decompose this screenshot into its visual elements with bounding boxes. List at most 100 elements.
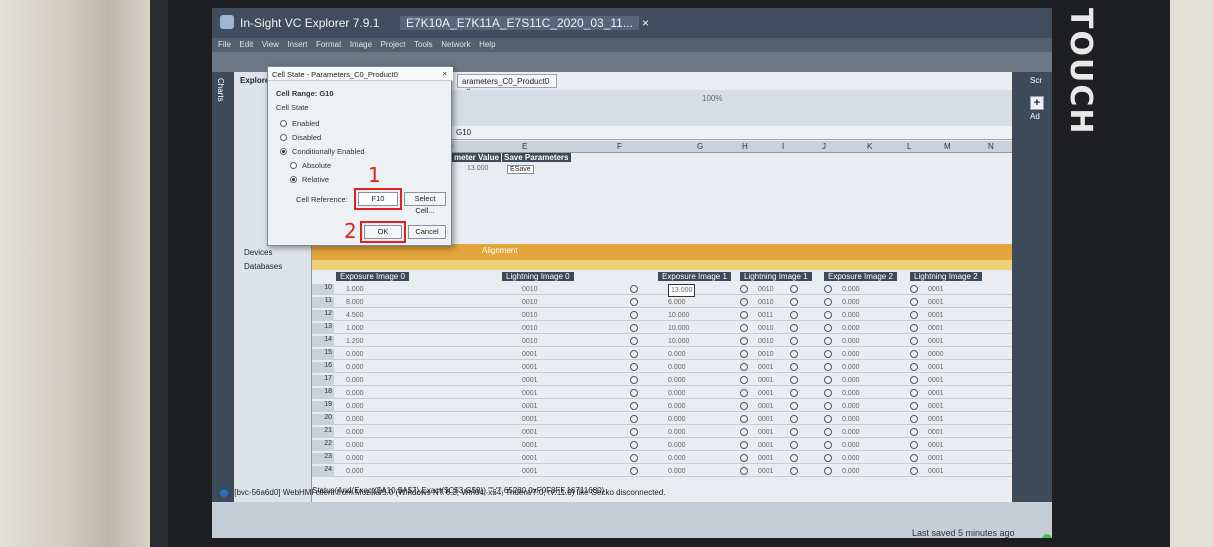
radio-indicator-icon[interactable]: [910, 298, 918, 306]
radio-indicator-icon[interactable]: [910, 402, 918, 410]
param-value[interactable]: 13.000: [467, 165, 488, 172]
grid-cell[interactable]: 0001: [928, 310, 944, 321]
grid-cell[interactable]: 0.000: [842, 414, 860, 425]
menu-project[interactable]: Project: [381, 38, 406, 52]
grid-cell[interactable]: 1.200: [346, 336, 364, 347]
grid-cell[interactable]: 10.000: [668, 310, 689, 321]
doc-tab[interactable]: arameters_C0_Product0 ×: [457, 74, 557, 95]
grid-cell[interactable]: 0001: [928, 440, 944, 451]
radio-indicator-icon[interactable]: [824, 441, 832, 449]
grid-cell[interactable]: 0.000: [346, 401, 364, 412]
row-number[interactable]: 16: [312, 362, 334, 373]
grid-cell[interactable]: 0001: [758, 466, 774, 477]
radio-indicator-icon[interactable]: [824, 337, 832, 345]
grid-cell[interactable]: 0.000: [842, 310, 860, 321]
grid-cell[interactable]: 0.000: [842, 284, 860, 295]
radio-indicator-icon[interactable]: [740, 441, 748, 449]
radio-indicator-icon[interactable]: [910, 337, 918, 345]
radio-indicator-icon[interactable]: [740, 285, 748, 293]
radio-indicator-icon[interactable]: [740, 298, 748, 306]
radio-indicator-icon[interactable]: [790, 324, 798, 332]
radio-indicator-icon[interactable]: [910, 389, 918, 397]
charts-tab[interactable]: Charts: [216, 78, 225, 102]
grid-cell[interactable]: 0.000: [668, 349, 686, 360]
col-m[interactable]: M: [944, 142, 951, 151]
col-k[interactable]: K: [867, 142, 872, 151]
grid-cell[interactable]: 8.000: [346, 297, 364, 308]
radio-indicator-icon[interactable]: [740, 376, 748, 384]
grid-cell[interactable]: 0.000: [842, 401, 860, 412]
grid-cell[interactable]: 0.000: [346, 440, 364, 451]
radio-indicator-icon[interactable]: [790, 428, 798, 436]
grid-cell[interactable]: 0.000: [668, 401, 686, 412]
radio-indicator-icon[interactable]: [630, 350, 638, 358]
grid-cell[interactable]: 0.000: [842, 453, 860, 464]
grid-cell[interactable]: 0010: [758, 297, 774, 308]
grid-cell[interactable]: 0.000: [346, 453, 364, 464]
radio-indicator-icon[interactable]: [824, 363, 832, 371]
grid-cell[interactable]: 0001: [522, 349, 538, 360]
row-number[interactable]: 20: [312, 414, 334, 425]
grid-cell[interactable]: 0001: [928, 284, 944, 295]
radio-indicator-icon[interactable]: [824, 428, 832, 436]
right-panel-add-button[interactable]: +: [1030, 96, 1044, 110]
grid-cell[interactable]: 0010: [522, 284, 538, 295]
radio-indicator-icon[interactable]: [910, 285, 918, 293]
menu-view[interactable]: View: [262, 38, 279, 52]
radio-indicator-icon[interactable]: [630, 441, 638, 449]
grid-cell[interactable]: 0.000: [346, 414, 364, 425]
menu-file[interactable]: File: [218, 38, 231, 52]
row-number[interactable]: 15: [312, 349, 334, 360]
grid-cell[interactable]: 0010: [758, 336, 774, 347]
radio-indicator-icon[interactable]: [740, 467, 748, 475]
grid-cell[interactable]: 0.000: [668, 362, 686, 373]
grid-cell[interactable]: 0001: [758, 427, 774, 438]
radio-indicator-icon[interactable]: [824, 415, 832, 423]
radio-indicator-icon[interactable]: [630, 415, 638, 423]
radio-indicator-icon[interactable]: [790, 363, 798, 371]
grid-cell[interactable]: 0.000: [668, 414, 686, 425]
grid-cell[interactable]: 0.000: [668, 466, 686, 477]
radio-indicator-icon[interactable]: [910, 467, 918, 475]
col-h[interactable]: H: [742, 142, 748, 151]
grid-cell[interactable]: 0001: [928, 323, 944, 334]
col-e[interactable]: E: [522, 142, 527, 151]
radio-indicator-icon[interactable]: [740, 311, 748, 319]
grid-cell[interactable]: 0001: [758, 453, 774, 464]
grid-cell[interactable]: 0.000: [668, 375, 686, 386]
grid-cell[interactable]: 0.000: [842, 362, 860, 373]
row-number[interactable]: 12: [312, 310, 334, 321]
radio-indicator-icon[interactable]: [740, 389, 748, 397]
radio-indicator-icon[interactable]: [740, 454, 748, 462]
grid-cell[interactable]: 0010: [522, 336, 538, 347]
grid-cell[interactable]: 0.000: [842, 466, 860, 477]
col-g[interactable]: G: [697, 142, 703, 151]
radio-indicator-icon[interactable]: [790, 402, 798, 410]
grid-cell[interactable]: 0.000: [842, 427, 860, 438]
radio-indicator-icon[interactable]: [824, 376, 832, 384]
explorer-item-devices[interactable]: Devices: [244, 248, 272, 257]
grid-cell[interactable]: 0010: [758, 349, 774, 360]
radio-indicator-icon[interactable]: [910, 428, 918, 436]
row-number[interactable]: 24: [312, 466, 334, 477]
radio-indicator-icon[interactable]: [740, 337, 748, 345]
grid-cell[interactable]: 0001: [928, 388, 944, 399]
row-number[interactable]: 17: [312, 375, 334, 386]
radio-indicator-icon[interactable]: [790, 337, 798, 345]
grid-cell[interactable]: 0.000: [842, 349, 860, 360]
radio-indicator-icon[interactable]: [824, 467, 832, 475]
row-number[interactable]: 14: [312, 336, 334, 347]
radio-indicator-icon[interactable]: [910, 311, 918, 319]
menu-help[interactable]: Help: [479, 38, 495, 52]
grid-cell[interactable]: 0000: [928, 349, 944, 360]
grid-cell[interactable]: 0.000: [842, 336, 860, 347]
grid-cell[interactable]: 0.000: [346, 375, 364, 386]
col-f[interactable]: F: [617, 142, 622, 151]
radio-indicator-icon[interactable]: [910, 415, 918, 423]
grid-cell[interactable]: 0.000: [668, 388, 686, 399]
radio-indicator-icon[interactable]: [824, 285, 832, 293]
grid-cell[interactable]: 6.000: [668, 297, 686, 308]
grid-cell[interactable]: 4.500: [346, 310, 364, 321]
explorer-item-databases[interactable]: Databases: [244, 262, 282, 271]
radio-indicator-icon[interactable]: [910, 376, 918, 384]
